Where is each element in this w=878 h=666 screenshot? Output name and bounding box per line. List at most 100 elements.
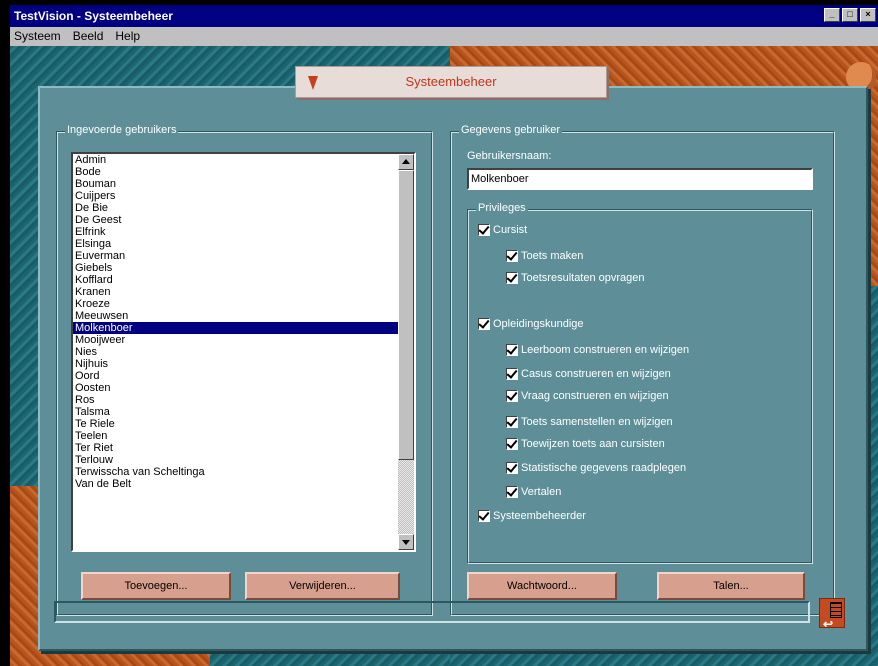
users-list: Admin Bode Bouman Cuijpers De Bie De Geest Elf…: [73, 154, 400, 490]
user-list-item[interactable]: Teelen: [73, 430, 400, 442]
users-scrollbar[interactable]: [398, 154, 414, 550]
exit-button[interactable]: ↩: [819, 598, 845, 631]
arrow-up-icon: [402, 159, 410, 164]
user-list-item[interactable]: Bode: [73, 166, 400, 178]
user-list-item[interactable]: Terlouw: [73, 454, 400, 466]
user-details-group: Gegevens gebruiker Gebruikersnaam: Molke…: [450, 124, 835, 616]
privilege-checkbox-row[interactable]: Casus construeren en wijzigen: [506, 368, 671, 380]
privileges-group: Privileges Cursist Toets maken Toetsresult…: [467, 202, 813, 564]
menu-beeld[interactable]: Beeld: [73, 27, 104, 46]
window-title: TestVision - Systeembeheer: [14, 9, 173, 23]
username-label: Gebruikersnaam:: [467, 150, 552, 162]
scroll-up-button[interactable]: [398, 154, 414, 170]
desktop-background: Ingevoerde gebruikers Admin Bode Bouman Cui…: [10, 46, 878, 666]
checkbox[interactable]: [478, 510, 490, 522]
user-list-item[interactable]: Admin: [73, 154, 400, 166]
languages-button[interactable]: Talen...: [657, 572, 805, 600]
checkbox[interactable]: [506, 272, 518, 284]
user-list-item[interactable]: Cuijpers: [73, 190, 400, 202]
add-user-button[interactable]: Toevoegen...: [81, 572, 231, 600]
systeembeheer-panel: Ingevoerde gebruikers Admin Bode Bouman Cui…: [38, 86, 868, 651]
user-list-item[interactable]: Oord: [73, 370, 400, 382]
privilege-checkbox-row[interactable]: Toewijzen toets aan cursisten: [506, 438, 665, 450]
status-bar: [54, 601, 810, 623]
user-list-item[interactable]: Giebels: [73, 262, 400, 274]
privilege-checkbox-row[interactable]: Cursist: [478, 224, 527, 236]
privilege-checkbox-row[interactable]: Toets maken: [506, 250, 583, 262]
window-controls: _ □ ×: [824, 8, 876, 22]
privilege-label: Toets maken: [521, 250, 584, 262]
privilege-checkbox-row[interactable]: Toets samenstellen en wijzigen: [506, 416, 673, 428]
minimize-button[interactable]: _: [824, 8, 840, 22]
user-list-item[interactable]: Nies: [73, 346, 400, 358]
checkbox[interactable]: [506, 344, 518, 356]
remove-user-button[interactable]: Verwijderen...: [245, 572, 400, 600]
user-list-item[interactable]: Ter Riet: [73, 442, 400, 454]
username-field[interactable]: Molkenboer: [467, 168, 813, 190]
user-list-item[interactable]: Meeuwsen: [73, 310, 400, 322]
user-list-item[interactable]: Euverman: [73, 250, 400, 262]
privilege-label: Casus construeren en wijzigen: [521, 368, 671, 380]
checkbox[interactable]: [506, 486, 518, 498]
users-listbox[interactable]: Admin Bode Bouman Cuijpers De Bie De Geest Elf…: [71, 152, 416, 552]
user-list-item[interactable]: Molkenboer: [73, 322, 400, 334]
users-group-legend: Ingevoerde gebruikers: [65, 124, 179, 136]
privilege-label: Systeembeheerder: [493, 510, 586, 522]
user-list-item[interactable]: Te Riele: [73, 418, 400, 430]
close-button[interactable]: ×: [860, 8, 876, 22]
header-title: Systeembeheer: [405, 74, 497, 89]
user-list-item[interactable]: Elsinga: [73, 238, 400, 250]
checkbox[interactable]: [506, 462, 518, 474]
checkbox[interactable]: [506, 368, 518, 380]
privilege-checkbox-row[interactable]: Vertalen: [506, 486, 561, 498]
door-icon: [830, 602, 842, 618]
user-list-item[interactable]: Nijhuis: [73, 358, 400, 370]
privileges-legend: Privileges: [476, 202, 528, 214]
title-bar: TestVision - Systeembeheer _ □ ×: [10, 5, 878, 27]
privilege-checkbox-row[interactable]: Opleidingskundige: [478, 318, 584, 330]
checkbox[interactable]: [506, 250, 518, 262]
users-group: Ingevoerde gebruikers Admin Bode Bouman Cui…: [56, 124, 433, 616]
user-list-item[interactable]: Bouman: [73, 178, 400, 190]
checkbox[interactable]: [506, 416, 518, 428]
scroll-down-button[interactable]: [398, 534, 414, 550]
maximize-button[interactable]: □: [842, 8, 858, 22]
scroll-thumb[interactable]: [398, 170, 414, 460]
user-list-item[interactable]: Talsma: [73, 406, 400, 418]
menu-bar: Systeem Beeld Help: [10, 27, 878, 46]
privilege-checkbox-row[interactable]: Toetsresultaten opvragen: [506, 272, 645, 284]
privilege-checkbox-row[interactable]: Leerboom construeren en wijzigen: [506, 344, 689, 356]
privilege-label: Leerboom construeren en wijzigen: [521, 344, 690, 356]
user-list-item[interactable]: Oosten: [73, 382, 400, 394]
privilege-label: Statistische gegevens raadplegen: [521, 462, 687, 474]
user-list-item[interactable]: Kofflard: [73, 274, 400, 286]
privilege-checkbox-row[interactable]: Statistische gegevens raadplegen: [506, 462, 686, 474]
privilege-checkbox-row[interactable]: Vraag construeren en wijzigen: [506, 390, 669, 402]
privilege-label: Vraag construeren en wijzigen: [521, 390, 669, 402]
menu-help[interactable]: Help: [115, 27, 140, 46]
privilege-label: Cursist: [493, 224, 528, 236]
exit-arrow-icon: ↩: [823, 617, 834, 631]
privilege-checkbox-row[interactable]: Systeembeheerder: [478, 510, 586, 522]
privilege-label: Toets samenstellen en wijzigen: [521, 416, 673, 428]
user-list-item[interactable]: Kroeze: [73, 298, 400, 310]
checkbox[interactable]: [478, 224, 490, 236]
user-list-item[interactable]: Van de Belt: [73, 478, 400, 490]
user-list-item[interactable]: De Bie: [73, 202, 400, 214]
user-list-item[interactable]: Kranen: [73, 286, 400, 298]
checkbox[interactable]: [506, 390, 518, 402]
user-list-item[interactable]: De Geest: [73, 214, 400, 226]
menu-systeem[interactable]: Systeem: [14, 27, 61, 46]
privilege-label: Toetsresultaten opvragen: [521, 272, 645, 284]
privilege-label: Opleidingskundige: [493, 318, 584, 330]
user-list-item[interactable]: Ros: [73, 394, 400, 406]
details-group-legend: Gegevens gebruiker: [459, 124, 563, 136]
checkbox[interactable]: [478, 318, 490, 330]
user-list-item[interactable]: Terwisscha van Scheltinga: [73, 466, 400, 478]
privilege-label: Toewijzen toets aan cursisten: [521, 438, 665, 450]
user-list-item[interactable]: Elfrink: [73, 226, 400, 238]
user-list-item[interactable]: Mooijweer: [73, 334, 400, 346]
password-button[interactable]: Wachtwoord...: [467, 572, 617, 600]
checkbox[interactable]: [506, 438, 518, 450]
privilege-label: Vertalen: [521, 486, 562, 498]
